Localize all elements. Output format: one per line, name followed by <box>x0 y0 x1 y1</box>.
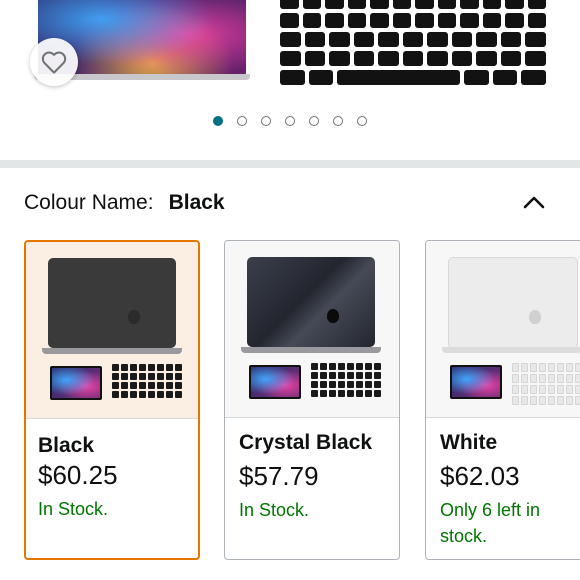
heart-outline-icon <box>41 51 67 74</box>
variation-card[interactable]:  Black $60.25 In Stock. <box>24 240 200 560</box>
variation-name: Crystal Black <box>239 431 373 454</box>
screen-protector-image <box>50 366 102 400</box>
variation-label: Colour Name: <box>24 191 154 214</box>
carousel-pagination <box>0 116 580 126</box>
variation-name: White <box>440 431 498 454</box>
laptop-base-image <box>442 347 580 353</box>
card-divider <box>225 417 399 418</box>
laptop-base-image <box>42 348 182 354</box>
carousel-dot[interactable] <box>357 116 367 126</box>
variation-thumbnail:  <box>225 241 399 417</box>
variation-price: $62.03 <box>440 461 520 491</box>
variation-card[interactable]:  White $62.03 Only 6 left in stock. <box>425 240 580 560</box>
keyboard-cover-image <box>512 363 580 405</box>
laptop-case-image:  <box>48 258 176 348</box>
favorite-button[interactable] <box>30 38 78 86</box>
laptop-case-image:  <box>247 257 375 347</box>
carousel-dot[interactable] <box>309 116 319 126</box>
variation-name: Black <box>38 434 95 457</box>
laptop-case-image:  <box>448 257 578 349</box>
card-divider <box>426 417 580 418</box>
section-divider <box>0 160 580 168</box>
variation-options:  Black $60.25 In Stock.  Crystal Black $57.7… <box>24 240 580 562</box>
variation-selected-value: Black <box>168 191 225 214</box>
chevron-up-icon <box>523 196 545 209</box>
laptop-base-image <box>241 347 381 353</box>
keyboard-cover-image <box>311 363 381 401</box>
collapse-toggle[interactable] <box>520 188 548 216</box>
screen-protector-image <box>450 365 502 399</box>
product-image-keyboard-cover <box>280 0 547 85</box>
carousel-dot[interactable] <box>213 116 223 126</box>
keyboard-cover-image <box>112 364 182 402</box>
variation-price: $57.79 <box>239 461 319 491</box>
card-divider <box>26 418 198 419</box>
variation-thumbnail:  <box>26 242 198 418</box>
variation-availability: In Stock. <box>239 500 310 520</box>
variation-thumbnail:  <box>426 241 580 417</box>
variation-availability: In Stock. <box>38 499 109 519</box>
carousel-dot[interactable] <box>333 116 343 126</box>
apple-logo-shape <box>128 310 140 324</box>
carousel-dot[interactable] <box>285 116 295 126</box>
carousel-dot[interactable] <box>261 116 271 126</box>
carousel-dot[interactable] <box>237 116 247 126</box>
variation-price: $60.25 <box>38 460 118 490</box>
variation-header[interactable]: Colour Name: Black <box>24 188 556 218</box>
product-image-carousel[interactable] <box>0 0 580 100</box>
variation-card[interactable]:  Crystal Black $57.79 In Stock. <box>224 240 400 560</box>
screen-protector-image <box>249 365 301 399</box>
variation-availability: Only 6 left in stock. <box>440 500 541 546</box>
apple-logo-shape <box>529 310 541 324</box>
apple-logo-shape <box>327 309 339 323</box>
